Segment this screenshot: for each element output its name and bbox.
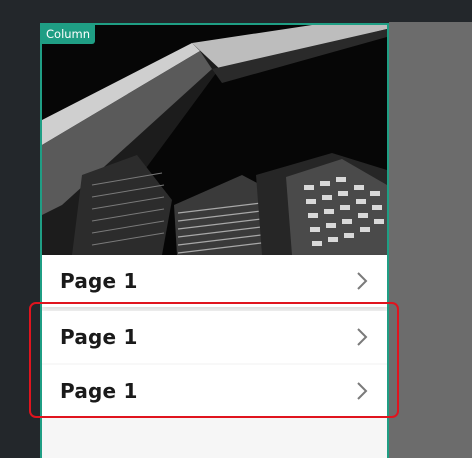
menu-item-label: Page 1 [60, 269, 138, 293]
chevron-right-icon [355, 381, 369, 401]
menu-item-label: Page 1 [60, 325, 138, 349]
chevron-right-icon [355, 271, 369, 291]
chevron-right-icon [355, 327, 369, 347]
column-tag[interactable]: Column [41, 25, 96, 44]
menu-item-page-1[interactable]: Page 1 [42, 365, 387, 417]
menu-item-page-1[interactable]: Page 1 [42, 255, 387, 307]
editor-canvas: Column Page 1 Page 1 Page 1 [0, 0, 472, 458]
side-panel [389, 22, 472, 458]
menu-item-page-1[interactable]: Page 1 [42, 311, 387, 363]
column-empty-area [42, 417, 387, 458]
column-container[interactable]: Page 1 Page 1 Page 1 [40, 23, 389, 458]
menu-item-label: Page 1 [60, 379, 138, 403]
hero-image [42, 25, 387, 255]
